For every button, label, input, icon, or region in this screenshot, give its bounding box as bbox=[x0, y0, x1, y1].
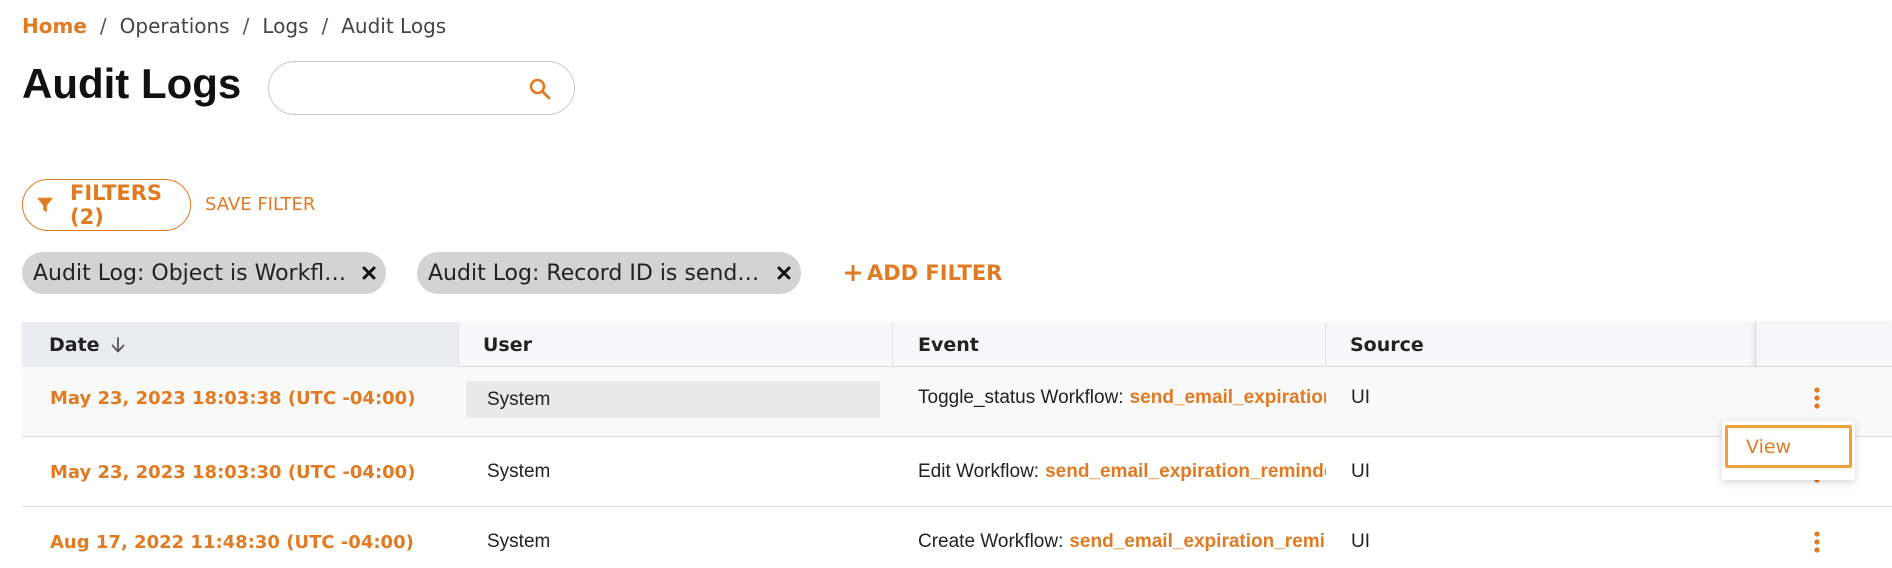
filter-chip-label: Audit Log: Record ID is send_email_expir… bbox=[428, 260, 763, 286]
filters-button[interactable]: FILTERS (2) bbox=[22, 179, 191, 231]
close-icon[interactable] bbox=[776, 265, 792, 281]
column-header-date[interactable]: Date bbox=[22, 322, 459, 367]
row-event: Edit Workflow: send_email_expiration_rem… bbox=[918, 437, 1326, 507]
row-user: System bbox=[466, 381, 880, 418]
row-actions-button[interactable] bbox=[1802, 367, 1832, 429]
column-header-label: User bbox=[483, 333, 532, 356]
row-event-text: Edit Workflow: bbox=[918, 461, 1040, 482]
row-event-text: Create Workflow: bbox=[918, 531, 1064, 552]
breadcrumb-separator: / bbox=[321, 14, 329, 38]
filters-button-label: FILTERS (2) bbox=[70, 181, 163, 229]
row-source: UI bbox=[1351, 387, 1370, 408]
filter-chip-label: Audit Log: Object is Workflow bbox=[33, 260, 348, 286]
column-header-label: Source bbox=[1350, 333, 1424, 356]
table-row[interactable]: May 23, 2023 18:03:30 (UTC -04:00) Syste… bbox=[22, 437, 1892, 507]
row-event: Toggle_status Workflow: send_email_expir… bbox=[918, 367, 1326, 429]
row-source: UI bbox=[1351, 531, 1370, 552]
breadcrumb-home-link[interactable]: Home bbox=[22, 14, 87, 38]
funnel-icon bbox=[36, 197, 54, 213]
save-filter-button[interactable]: SAVE FILTER bbox=[205, 194, 315, 215]
row-date-link[interactable]: Aug 17, 2022 11:48:30 (UTC -04:00) bbox=[50, 507, 414, 568]
breadcrumb-logs-link[interactable]: Logs bbox=[262, 14, 308, 38]
row-event-link[interactable]: send_email_expiration_reminder bbox=[1045, 461, 1326, 483]
column-header-event[interactable]: Event bbox=[893, 322, 1326, 367]
table-header: Date User Event Source bbox=[22, 322, 1892, 367]
filter-chip-object: Audit Log: Object is Workflow bbox=[22, 252, 386, 294]
page-title: Audit Logs bbox=[22, 60, 242, 107]
search-box[interactable] bbox=[268, 61, 575, 115]
add-filter-label: ADD FILTER bbox=[867, 261, 1003, 285]
breadcrumb-separator: / bbox=[242, 14, 250, 38]
table-row[interactable]: May 23, 2023 18:03:38 (UTC -04:00) Syste… bbox=[22, 367, 1892, 437]
row-actions-button[interactable] bbox=[1802, 507, 1832, 568]
search-input[interactable] bbox=[289, 72, 509, 104]
kebab-menu-icon[interactable] bbox=[1813, 386, 1821, 410]
row-event-link[interactable]: send_email_expiration_reminder bbox=[1130, 387, 1326, 409]
row-date-link[interactable]: May 23, 2023 18:03:30 (UTC -04:00) bbox=[50, 437, 415, 507]
table-row[interactable]: Aug 17, 2022 11:48:30 (UTC -04:00) Syste… bbox=[22, 507, 1892, 568]
menu-item-view[interactable]: View bbox=[1725, 425, 1852, 468]
breadcrumb-operations-link[interactable]: Operations bbox=[120, 14, 230, 38]
add-filter-button[interactable]: ADD FILTER bbox=[845, 261, 1002, 285]
row-actions-menu: View bbox=[1722, 421, 1855, 480]
row-event-text: Toggle_status Workflow: bbox=[918, 387, 1124, 408]
column-header-label: Date bbox=[49, 333, 100, 356]
column-header-user[interactable]: User bbox=[459, 322, 893, 367]
plus-icon bbox=[845, 265, 861, 281]
breadcrumb-separator: / bbox=[99, 14, 107, 38]
row-source: UI bbox=[1351, 461, 1370, 482]
search-icon[interactable] bbox=[527, 76, 553, 102]
row-user: System bbox=[487, 461, 551, 482]
audit-log-table: Date User Event Source May 23, 2023 18:0… bbox=[22, 322, 1892, 568]
column-header-label: Event bbox=[918, 333, 979, 356]
row-date-link[interactable]: May 23, 2023 18:03:38 (UTC -04:00) bbox=[50, 367, 415, 429]
filter-chip-record-id: Audit Log: Record ID is send_email_expir… bbox=[417, 252, 801, 294]
breadcrumb-current: Audit Logs bbox=[341, 14, 447, 38]
sort-arrow-down-icon[interactable] bbox=[110, 336, 126, 354]
row-event: Create Workflow: send_email_expiration_r… bbox=[918, 507, 1326, 568]
breadcrumb: Home / Operations / Logs / Audit Logs bbox=[22, 14, 446, 38]
kebab-menu-icon[interactable] bbox=[1813, 530, 1821, 554]
column-header-actions bbox=[1756, 322, 1892, 367]
row-event-link[interactable]: send_email_expiration_reminder bbox=[1069, 531, 1326, 553]
row-user: System bbox=[487, 531, 551, 552]
close-icon[interactable] bbox=[361, 265, 377, 281]
column-header-source[interactable]: Source bbox=[1326, 322, 1756, 367]
